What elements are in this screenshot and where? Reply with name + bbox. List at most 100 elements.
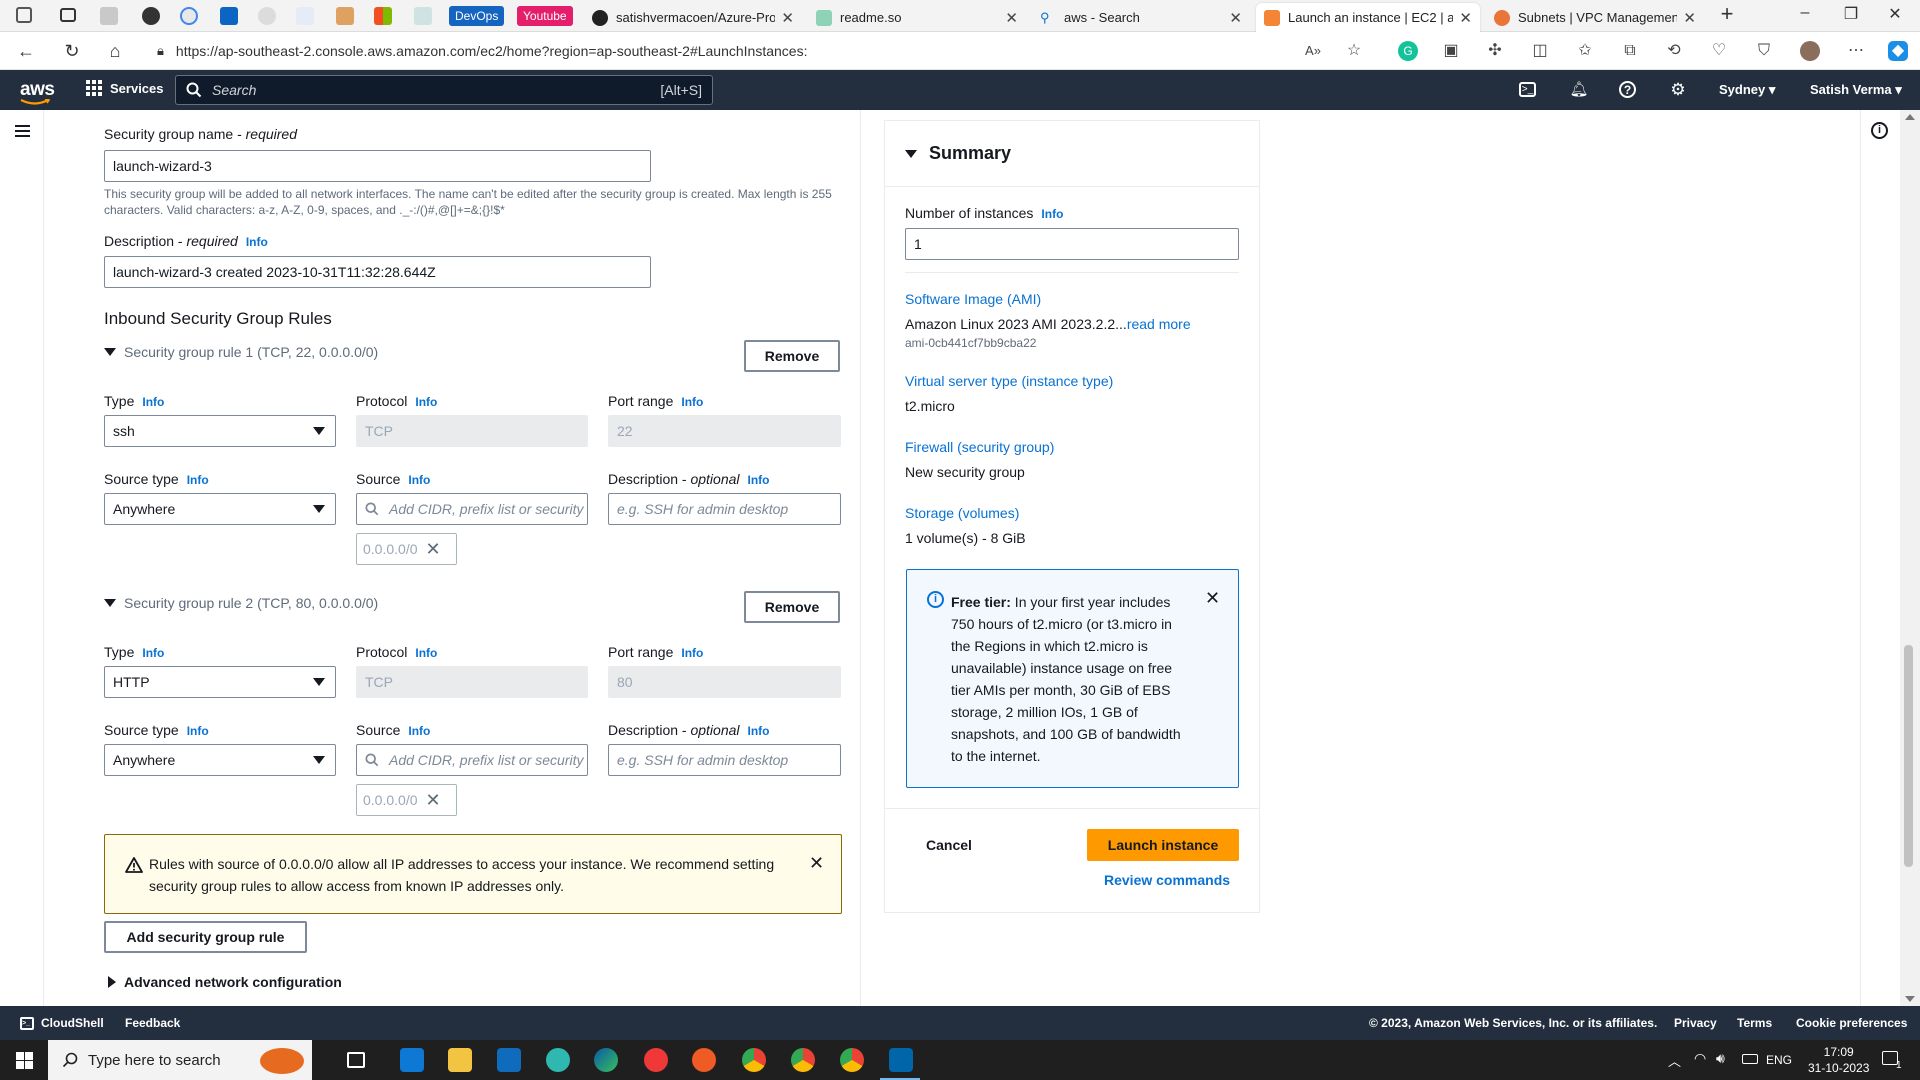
rule-1-source-type-select[interactable]: Anywhere xyxy=(104,493,336,525)
rule-1-header[interactable]: Security group rule 1 (TCP, 22, 0.0.0.0/… xyxy=(104,344,378,360)
devops-pinned-tab[interactable]: DevOps xyxy=(449,6,505,26)
tab-actions-icon[interactable] xyxy=(60,8,76,22)
rule-2-header[interactable]: Security group rule 2 (TCP, 80, 0.0.0.0/… xyxy=(104,595,378,611)
close-tab-icon[interactable]: ✕ xyxy=(781,9,794,27)
clock[interactable]: 17:09 31-10-2023 xyxy=(1808,1044,1869,1076)
cancel-button[interactable]: Cancel xyxy=(926,837,972,853)
help-icon[interactable]: ? xyxy=(1619,81,1636,98)
description-field[interactable]: launch-wizard-3 created 2023-10-31T11:32… xyxy=(104,256,651,288)
close-tab-icon[interactable]: ✕ xyxy=(1005,9,1018,27)
battery-icon[interactable] xyxy=(1742,1054,1758,1064)
vscode-icon[interactable] xyxy=(889,1048,913,1072)
close-tab-icon[interactable]: ✕ xyxy=(1683,9,1696,27)
kubernetes-pinned-icon[interactable] xyxy=(296,7,314,25)
close-window-button[interactable]: ✕ xyxy=(1880,4,1910,24)
aws-search-input[interactable]: Search [Alt+S] xyxy=(175,75,713,105)
info-link[interactable]: Info xyxy=(187,724,209,738)
file-explorer-icon[interactable] xyxy=(448,1048,472,1072)
photo-pinned-icon[interactable] xyxy=(336,7,354,25)
minimize-button[interactable]: – xyxy=(1790,4,1820,22)
rule-2-type-select[interactable]: HTTP xyxy=(104,666,336,698)
info-link[interactable]: Info xyxy=(748,724,770,738)
add-security-group-rule-button[interactable]: Add security group rule xyxy=(104,921,307,953)
cookie-preferences-link[interactable]: Cookie preferences xyxy=(1796,1016,1907,1030)
more-menu-icon[interactable]: ⋯ xyxy=(1846,41,1866,61)
tab-github[interactable]: satishvermacoen/Azure-Projec ✕ xyxy=(584,3,802,32)
summary-header[interactable]: Summary xyxy=(885,121,1259,187)
info-link[interactable]: Info xyxy=(187,473,209,487)
account-menu[interactable]: Satish Verma ▾ xyxy=(1810,82,1902,98)
read-more-link[interactable]: read more xyxy=(1127,316,1191,332)
services-menu[interactable]: Services xyxy=(86,80,164,96)
windows-start-icon[interactable] xyxy=(16,1052,33,1069)
new-tab-button[interactable]: + xyxy=(1712,1,1742,27)
tab-readme[interactable]: readme.so ✕ xyxy=(808,3,1026,32)
vivaldi-icon[interactable] xyxy=(644,1048,668,1072)
collections-icon[interactable]: ⧉ xyxy=(1620,41,1640,61)
close-tab-icon[interactable]: ✕ xyxy=(1229,9,1242,27)
extension-icon[interactable]: ▣ xyxy=(1441,41,1461,61)
feedback-link[interactable]: Feedback xyxy=(125,1016,180,1030)
back-icon[interactable]: ← xyxy=(16,41,36,61)
page-scrollbar[interactable] xyxy=(1900,110,1920,1006)
tab-aws-search[interactable]: ⚲ aws - Search ✕ xyxy=(1032,3,1250,32)
info-link[interactable]: Info xyxy=(748,473,770,487)
review-commands-link[interactable]: Review commands xyxy=(1104,872,1230,888)
postman-icon[interactable] xyxy=(692,1048,716,1072)
rule-2-source-type-select[interactable]: Anywhere xyxy=(104,744,336,776)
dismiss-warning-icon[interactable]: ✕ xyxy=(809,853,824,874)
chrome-profile-icon[interactable] xyxy=(791,1048,815,1072)
storage-link[interactable]: Storage (volumes) xyxy=(905,505,1019,521)
close-tab-icon[interactable]: ✕ xyxy=(1459,9,1472,27)
info-link[interactable]: Info xyxy=(1041,207,1063,221)
show-hidden-icons[interactable]: ︿ xyxy=(1668,1051,1681,1070)
browser-essentials-icon[interactable]: ⛉ xyxy=(1754,41,1774,61)
rule-1-source-input[interactable]: Add CIDR, prefix list or security xyxy=(356,493,588,525)
firewall-link[interactable]: Firewall (security group) xyxy=(905,439,1054,455)
info-link[interactable]: Info xyxy=(142,646,164,660)
read-aloud-icon[interactable]: A» xyxy=(1303,41,1323,61)
profile-avatar[interactable] xyxy=(1800,41,1820,61)
performance-icon[interactable]: ♡ xyxy=(1709,41,1729,61)
tab-subnets[interactable]: Subnets | VPC Management C ✕ xyxy=(1486,3,1704,32)
info-link[interactable]: Info xyxy=(246,235,268,249)
linkedin-pinned-icon[interactable] xyxy=(220,7,238,25)
home-icon[interactable]: ⌂ xyxy=(105,41,125,61)
info-link[interactable]: Info xyxy=(408,724,430,738)
google-pinned-icon[interactable] xyxy=(180,7,198,25)
tab-launch-instance[interactable]: Launch an instance | EC2 | ap- ✕ xyxy=(1256,3,1480,32)
sg-name-field[interactable]: launch-wizard-3 xyxy=(104,150,651,182)
scroll-down-arrow[interactable] xyxy=(1905,996,1915,1002)
task-view-icon[interactable] xyxy=(347,1052,365,1068)
url-field[interactable]: 🔒︎ https://ap-southeast-2.console.aws.am… xyxy=(145,36,1325,66)
rule-1-description-input[interactable]: e.g. SSH for admin desktop xyxy=(608,493,841,525)
refresh-icon[interactable]: ↻ xyxy=(62,41,82,61)
chrome-beta-icon[interactable] xyxy=(840,1048,864,1072)
info-panel-icon[interactable]: i xyxy=(1871,122,1888,139)
store-icon[interactable] xyxy=(400,1048,424,1072)
split-screen-icon[interactable]: ◫ xyxy=(1530,41,1550,61)
info-link[interactable]: Info xyxy=(408,473,430,487)
advanced-network-config-toggle[interactable]: Advanced network configuration xyxy=(108,974,342,990)
edge-dev-icon[interactable] xyxy=(546,1048,570,1072)
grammarly-icon[interactable]: G xyxy=(1398,41,1418,61)
chrome-icon[interactable] xyxy=(742,1048,766,1072)
rule-2-description-input[interactable]: e.g. SSH for admin desktop xyxy=(608,744,841,776)
region-selector[interactable]: Sydney ▾ xyxy=(1719,82,1775,98)
remove-rule-2-button[interactable]: Remove xyxy=(744,591,840,623)
history-icon[interactable]: ⟲ xyxy=(1664,41,1684,61)
cloudshell-icon[interactable]: >_ xyxy=(1519,82,1536,97)
aws-logo[interactable]: aws xyxy=(20,79,55,101)
taskbar-search-box[interactable]: Type here to search xyxy=(48,1040,312,1080)
launch-instance-button[interactable]: Launch instance xyxy=(1087,829,1239,861)
ami-link[interactable]: Software Image (AMI) xyxy=(905,291,1041,307)
info-link[interactable]: Info xyxy=(415,646,437,660)
instance-type-link[interactable]: Virtual server type (instance type) xyxy=(905,373,1113,389)
privacy-link[interactable]: Privacy xyxy=(1674,1016,1717,1030)
edge-icon[interactable] xyxy=(594,1048,618,1072)
rule-1-type-select[interactable]: ssh xyxy=(104,415,336,447)
scrollbar-thumb[interactable] xyxy=(1904,645,1913,867)
restore-button[interactable]: ❐ xyxy=(1836,4,1866,24)
cloud-pinned-icon[interactable] xyxy=(414,7,432,25)
cloudshell-button[interactable]: >_ CloudShell xyxy=(20,1016,104,1030)
